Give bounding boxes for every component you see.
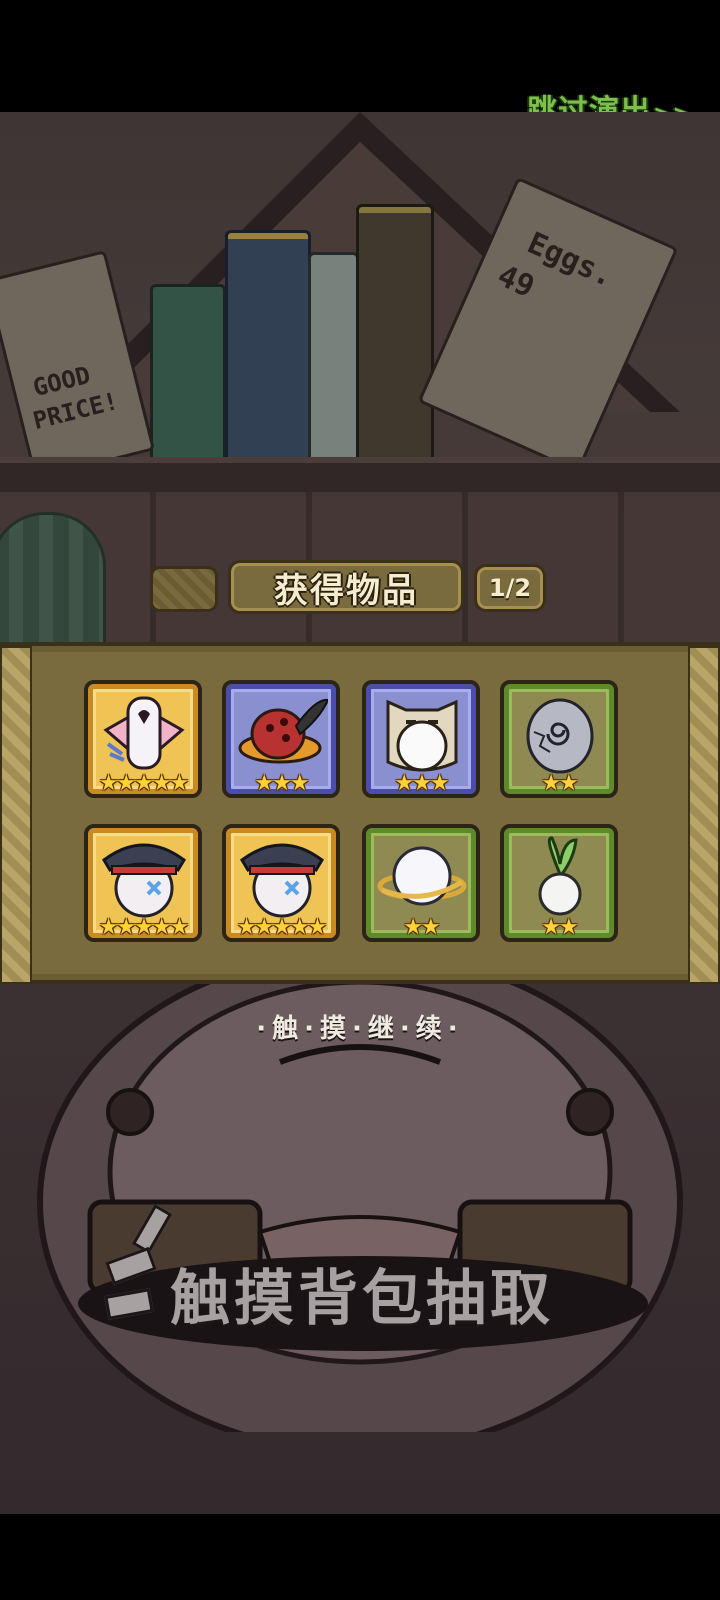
rarity-stars: ★★★★★ xyxy=(236,915,328,940)
obtained-items-header: 获得物品 1/2 xyxy=(150,560,550,614)
rarity-stars: ★★★ xyxy=(254,771,309,796)
rarity-stars: ★★★ xyxy=(394,771,449,796)
item-slot[interactable]: ★★★★★ xyxy=(84,824,202,942)
panel-edge-left xyxy=(0,646,32,984)
page-indicator: 1/2 xyxy=(474,564,546,612)
rarity-stars: ★★ xyxy=(403,915,440,940)
item-slot[interactable]: ★★ xyxy=(500,824,618,942)
item-slot[interactable]: ★★ xyxy=(362,824,480,942)
touch-to-continue-hint[interactable]: ·触·摸·继·续· xyxy=(0,1008,720,1045)
panel-edge-right xyxy=(688,646,720,984)
items-panel: ★★★★★ ★★★ ★★★ ★★ ★★★★★ ★★★★★ ★★ ★★ xyxy=(0,642,720,984)
captain-hat-egg-icon xyxy=(240,843,324,918)
page-title: 获得物品 xyxy=(228,560,464,614)
radish-icon xyxy=(538,836,582,916)
captain-hat-egg-icon xyxy=(102,843,186,918)
title-text: 获得物品 xyxy=(274,570,418,611)
fairy-bow-icon xyxy=(103,696,185,770)
page-indicator-text: 1/2 xyxy=(488,574,532,602)
game-screen[interactable]: 跳过演出>> GOOD PRICE! Eggs. 49 xyxy=(0,0,720,1600)
rarity-stars: ★★ xyxy=(541,771,578,796)
item-slot[interactable]: ★★★★★ xyxy=(84,680,202,798)
cat-hood-egg-icon xyxy=(386,699,458,772)
item-slot[interactable]: ★★★ xyxy=(362,680,480,798)
rarity-stars: ★★ xyxy=(541,915,578,940)
stone-egg-icon xyxy=(526,698,594,774)
mushroom-hat-icon xyxy=(238,698,328,764)
title-ornament xyxy=(150,566,218,612)
item-slot[interactable]: ★★★★★ xyxy=(222,824,340,942)
rarity-stars: ★★★★★ xyxy=(98,771,190,796)
item-slot[interactable]: ★★★ xyxy=(222,680,340,798)
cloud-planet-icon xyxy=(377,846,467,906)
shop-scene: GOOD PRICE! Eggs. 49 触摸背包抽取 获得物品 1/2 ★★★… xyxy=(0,112,720,1514)
item-slot[interactable]: ★★ xyxy=(500,680,618,798)
rarity-stars: ★★★★★ xyxy=(98,915,190,940)
